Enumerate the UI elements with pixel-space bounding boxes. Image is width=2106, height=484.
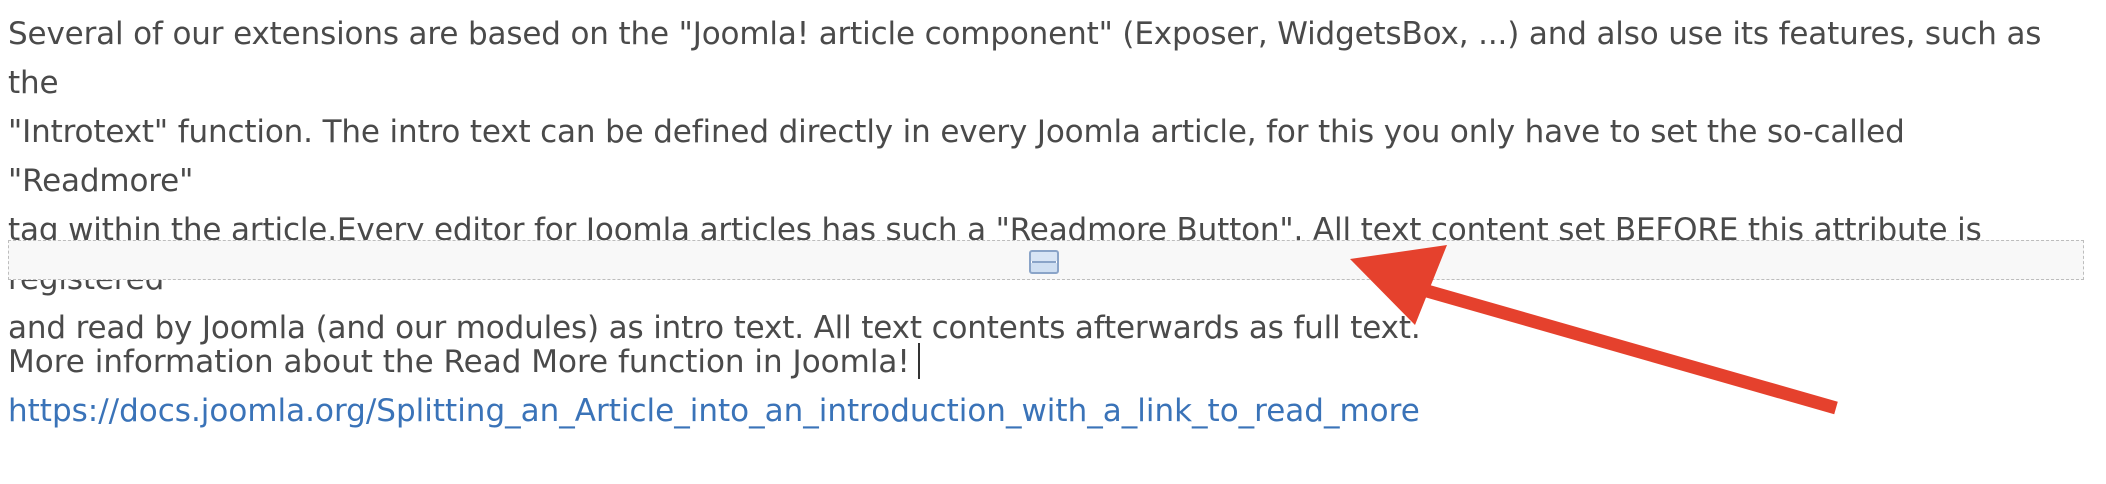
text-cursor	[917, 343, 920, 379]
annotation-arrow-icon	[1350, 245, 1838, 415]
readmore-separator-icon	[1029, 250, 1059, 274]
docs-link[interactable]: https://docs.joomla.org/Splitting_an_Art…	[8, 387, 1420, 436]
more-info-text: More information about the Read More fun…	[8, 344, 910, 380]
more-info-line: More information about the Read More fun…	[8, 338, 920, 387]
